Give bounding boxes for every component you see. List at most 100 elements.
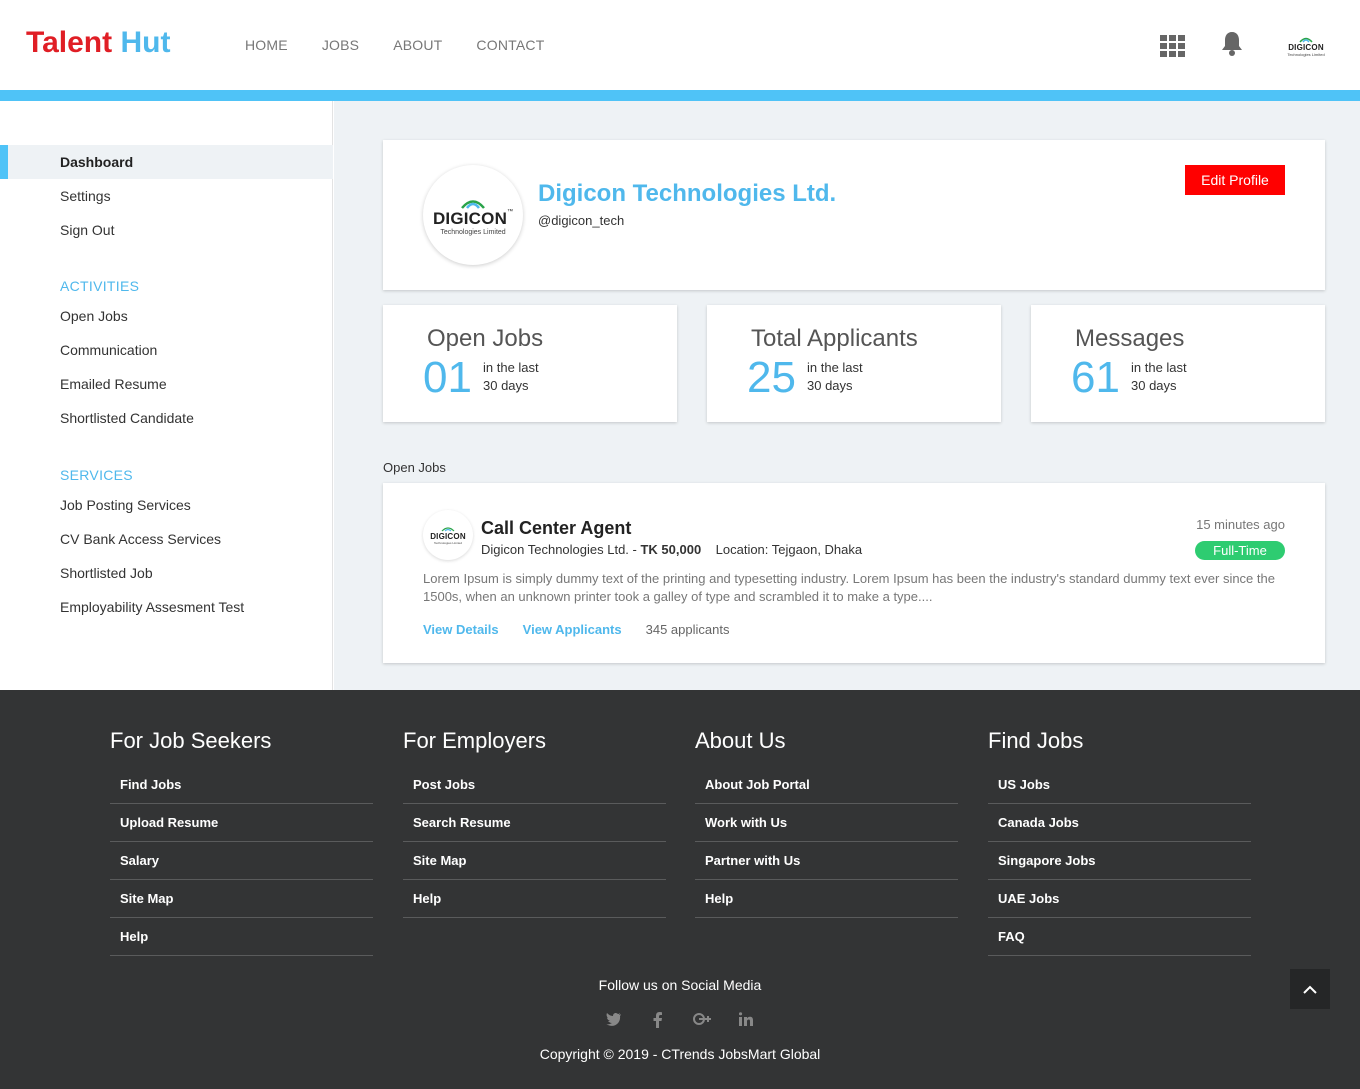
job-card: DIGICON Technologies Limited Call Center… (383, 483, 1325, 663)
sidebar-item-job-posting-services[interactable]: Job Posting Services (0, 488, 333, 522)
sidebar-item-settings[interactable]: Settings (0, 179, 333, 213)
sidebar-item-cv-bank-access[interactable]: CV Bank Access Services (0, 522, 333, 556)
footer-link[interactable]: Salary (110, 842, 373, 880)
sidebar-item-shortlisted-candidate[interactable]: Shortlisted Candidate (0, 401, 333, 435)
footer-column-title: For Employers (403, 728, 547, 753)
top-header: Talent Hut HOME JOBS ABOUT CONTACT DIGIC… (0, 0, 1360, 90)
sidebar-item-open-jobs[interactable]: Open Jobs (0, 299, 333, 333)
job-actions: View Details View Applicants 345 applica… (423, 622, 729, 637)
job-company-logo: DIGICON Technologies Limited (423, 510, 473, 560)
footer-link[interactable]: US Jobs (988, 766, 1251, 804)
header-avatar-text: DIGICON (1288, 42, 1324, 52)
stat-card-total-applicants: Total Applicants 25 in the last 30 days (707, 305, 1001, 422)
header-avatar[interactable]: DIGICON Technologies Limited (1282, 31, 1330, 61)
company-name: Digicon Technologies Ltd. (538, 180, 837, 207)
stat-period: in the last 30 days (807, 359, 863, 395)
stat-title: Open Jobs (427, 325, 544, 352)
job-type-badge: Full-Time (1195, 541, 1285, 560)
footer-link[interactable]: Help (695, 880, 958, 918)
footer-link[interactable]: About Job Portal (695, 766, 958, 804)
company-avatar-sub: Technologies Limited (440, 228, 506, 236)
logo-word-talent: Talent (26, 26, 113, 59)
job-logo-sub: Technologies Limited (433, 541, 463, 545)
stat-title: Total Applicants (751, 325, 918, 352)
digicon-logo-mark (1299, 37, 1313, 43)
footer-link[interactable]: Partner with Us (695, 842, 958, 880)
edit-profile-button[interactable]: Edit Profile (1185, 165, 1285, 195)
main-content: DIGICON ™ Technologies Limited Digicon T… (334, 101, 1360, 690)
company-handle: @digicon_tech (538, 213, 625, 228)
footer-link[interactable]: Help (403, 880, 666, 918)
footer-link[interactable]: Canada Jobs (988, 804, 1251, 842)
view-applicants-link[interactable]: View Applicants (523, 622, 622, 637)
nav-about[interactable]: ABOUT (393, 37, 442, 53)
header-icons: DIGICON Technologies Limited (1160, 30, 1330, 61)
footer-column-title: About Us (695, 728, 786, 753)
footer-column-employers: For Employers Post Jobs Search Resume Si… (403, 728, 666, 918)
footer-link[interactable]: Site Map (110, 880, 373, 918)
stat-card-open-jobs: Open Jobs 01 in the last 30 days (383, 305, 677, 422)
stat-period-line2: 30 days (1131, 378, 1177, 393)
company-avatar-tm: ™ (507, 208, 514, 215)
job-meta: Digicon Technologies Ltd. - TK 50,000 Lo… (481, 542, 862, 557)
applicants-count: 345 applicants (645, 622, 730, 637)
sidebar-item-emailed-resume[interactable]: Emailed Resume (0, 367, 333, 401)
job-location: Location: Tejgaon, Dhaka (715, 542, 863, 557)
nav-home[interactable]: HOME (245, 37, 288, 53)
sidebar: Dashboard Settings Sign Out ACTIVITIES O… (0, 101, 333, 690)
follow-us-text: Follow us on Social Media (598, 977, 762, 993)
stat-period-line1: in the last (807, 360, 863, 375)
company-avatar-text: DIGICON (432, 208, 508, 228)
stat-period-line1: in the last (483, 360, 539, 375)
footer-link[interactable]: FAQ (988, 918, 1251, 956)
job-title[interactable]: Call Center Agent (481, 518, 631, 539)
footer: For Job Seekers Find Jobs Upload Resume … (0, 690, 1360, 1089)
grid-icon[interactable] (1160, 34, 1186, 57)
footer-column-title: Find Jobs (988, 728, 1084, 753)
header-accent-bar (0, 90, 1360, 101)
footer-link[interactable]: UAE Jobs (988, 880, 1251, 918)
stat-period: in the last 30 days (483, 359, 539, 395)
site-logo[interactable]: Talent Hut (26, 26, 170, 60)
stat-value: 25 (747, 353, 796, 402)
stat-period-line2: 30 days (483, 378, 529, 393)
footer-column-about-us: About Us About Job Portal Work with Us P… (695, 728, 958, 918)
facebook-icon[interactable] (649, 1012, 667, 1033)
footer-link[interactable]: Search Resume (403, 804, 666, 842)
job-description: Lorem Ipsum is simply dummy text of the … (423, 571, 1275, 604)
social-links (0, 1012, 1360, 1033)
footer-link[interactable]: Upload Resume (110, 804, 373, 842)
stat-period: in the last 30 days (1131, 359, 1187, 395)
view-details-link[interactable]: View Details (423, 622, 499, 637)
sidebar-heading-activities: ACTIVITIES (60, 278, 140, 294)
sidebar-item-dashboard[interactable]: Dashboard (0, 145, 333, 179)
footer-link[interactable]: Find Jobs (110, 766, 373, 804)
google-plus-icon[interactable] (693, 1012, 711, 1033)
job-salary: TK 50,000 (640, 542, 702, 557)
logo-word-hut: Hut (120, 26, 171, 59)
job-posted-time: 15 minutes ago (1196, 517, 1285, 532)
stat-title: Messages (1075, 325, 1185, 352)
open-jobs-section-label: Open Jobs (383, 460, 446, 475)
footer-column-title: For Job Seekers (110, 728, 272, 753)
sidebar-item-communication[interactable]: Communication (0, 333, 333, 367)
nav-jobs[interactable]: JOBS (322, 37, 359, 53)
digicon-logo-mark (441, 527, 455, 532)
stat-period-line1: in the last (1131, 360, 1187, 375)
nav-contact[interactable]: CONTACT (476, 37, 544, 53)
footer-link[interactable]: Help (110, 918, 373, 956)
back-to-top-button[interactable] (1290, 969, 1330, 1009)
sidebar-item-shortlisted-job[interactable]: Shortlisted Job (0, 556, 333, 590)
twitter-icon[interactable] (605, 1012, 623, 1033)
stat-period-line2: 30 days (807, 378, 853, 393)
linkedin-icon[interactable] (737, 1012, 755, 1033)
footer-link[interactable]: Singapore Jobs (988, 842, 1251, 880)
sidebar-item-sign-out[interactable]: Sign Out (0, 213, 333, 247)
job-logo-text: DIGICON (430, 532, 466, 541)
footer-link[interactable]: Post Jobs (403, 766, 666, 804)
bell-icon[interactable] (1220, 30, 1244, 61)
sidebar-item-employability-test[interactable]: Employability Assesment Test (0, 590, 333, 624)
footer-link[interactable]: Work with Us (695, 804, 958, 842)
footer-link[interactable]: Site Map (403, 842, 666, 880)
header-avatar-sub: Technologies Limited (1287, 51, 1325, 57)
